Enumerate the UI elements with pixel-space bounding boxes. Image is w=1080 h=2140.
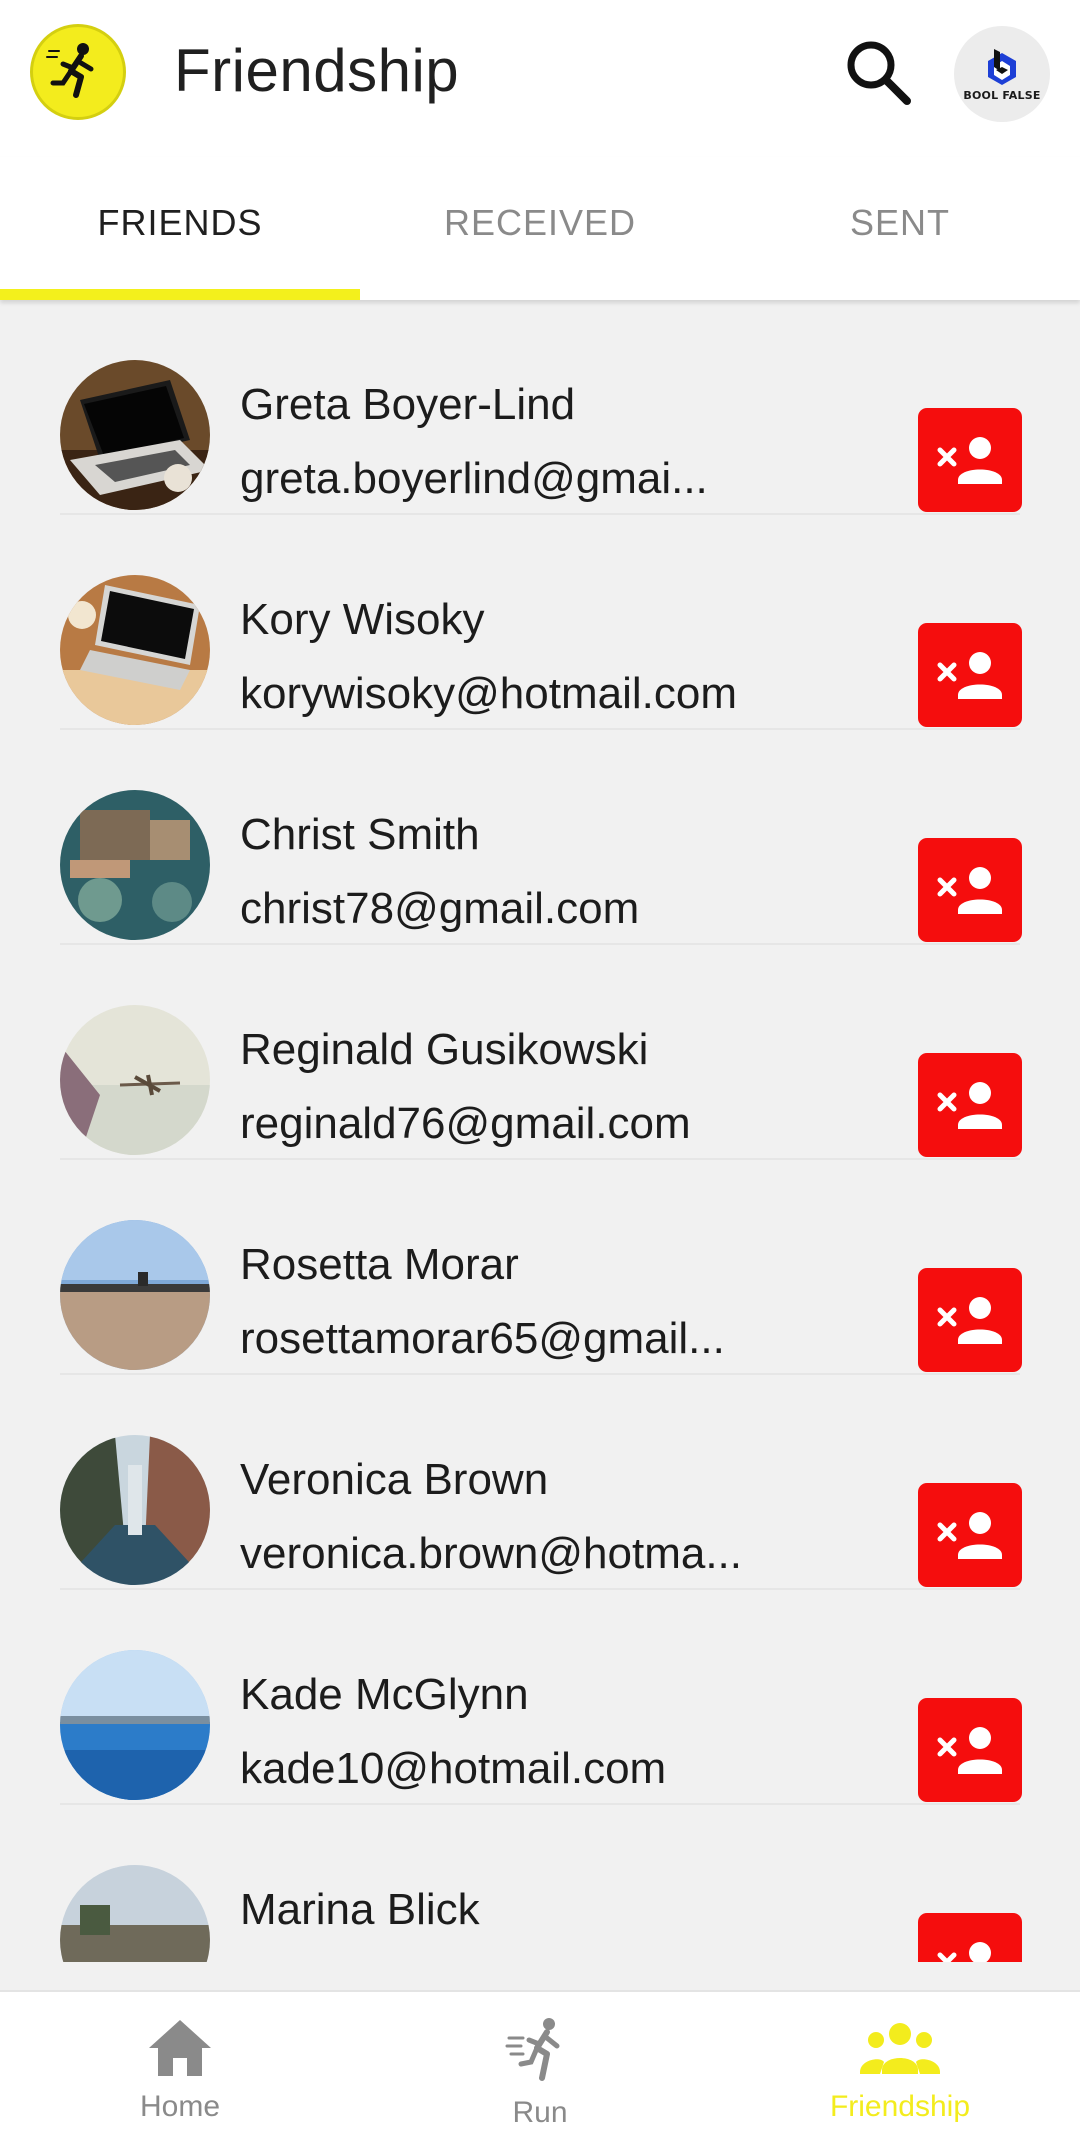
- friend-email: veronica.brown@hotma...: [240, 1529, 743, 1578]
- tab-friends-label: FRIENDS: [97, 201, 263, 243]
- nav-friendship-label: Friendship: [829, 2090, 971, 2123]
- running-icon: [505, 2018, 560, 2081]
- remove-friend-button[interactable]: [918, 408, 1022, 512]
- remove-person-icon: [937, 1297, 1002, 1344]
- friend-name: Reginald Gusikowski: [240, 1025, 649, 1074]
- remove-friend-button[interactable]: [918, 1268, 1022, 1372]
- remove-person-icon: [937, 1727, 1002, 1774]
- tab-friends[interactable]: FRIENDS: [0, 157, 360, 300]
- remove-friend-button[interactable]: [918, 1053, 1022, 1157]
- remove-friend-button[interactable]: [918, 838, 1022, 942]
- nav-friendship[interactable]: Friendship: [720, 1992, 1080, 2140]
- list-item[interactable]: Reginald Gusikowski reginald76@gmail.com: [60, 945, 1022, 1160]
- nav-run-label: Run: [512, 2096, 568, 2129]
- remove-person-icon: [937, 1082, 1002, 1129]
- friend-list[interactable]: Greta Boyer-Lind greta.boyerlind@gmai...…: [0, 300, 1080, 1962]
- friend-email: kade10@hotmail.com: [240, 1744, 667, 1793]
- app-header: Friendship BOOL FALSE: [0, 0, 1080, 157]
- friend-name: Rosetta Morar: [240, 1240, 519, 1289]
- remove-person-icon: [937, 652, 1002, 699]
- tab-sent-label: SENT: [849, 201, 950, 243]
- avatar: [60, 1005, 210, 1155]
- list-item[interactable]: Marina Blick: [60, 1805, 1022, 1962]
- tab-received[interactable]: RECEIVED: [360, 157, 720, 300]
- list-item[interactable]: Kory Wisoky korywisoky@hotmail.com: [60, 515, 1022, 730]
- remove-person-icon: [937, 437, 1002, 484]
- brand-logo-icon: [988, 48, 1016, 85]
- friend-name: Veronica Brown: [240, 1455, 549, 1504]
- friend-email: rosettamorar65@gmail...: [240, 1314, 725, 1363]
- group-icon: [860, 2023, 940, 2074]
- profile-avatar[interactable]: BOOL FALSE: [954, 26, 1050, 122]
- nav-run[interactable]: Run: [360, 1992, 720, 2140]
- friend-name: Marina Blick: [240, 1885, 480, 1934]
- home-icon: [149, 2020, 211, 2076]
- avatar: [60, 1650, 210, 1800]
- avatar: [60, 1220, 210, 1370]
- friend-email: christ78@gmail.com: [240, 884, 640, 933]
- friend-email: reginald76@gmail.com: [240, 1099, 691, 1148]
- profile-brand-text: BOOL FALSE: [963, 88, 1041, 102]
- friend-email: korywisoky@hotmail.com: [240, 669, 737, 718]
- list-item[interactable]: Kade McGlynn kade10@hotmail.com: [60, 1590, 1022, 1805]
- tab-received-label: RECEIVED: [443, 201, 637, 243]
- friend-name: Greta Boyer-Lind: [240, 380, 576, 429]
- avatar: [60, 575, 210, 725]
- runner-logo-icon: [30, 24, 126, 120]
- search-icon: [847, 41, 911, 105]
- friend-email: greta.boyerlind@gmai...: [240, 454, 708, 503]
- active-tab-indicator: [0, 289, 360, 300]
- avatar: [60, 360, 210, 510]
- avatar: [60, 1865, 210, 1962]
- page-title: Friendship: [174, 37, 460, 104]
- remove-person-icon: [937, 867, 1002, 914]
- friend-name: Kory Wisoky: [240, 595, 485, 644]
- list-item[interactable]: Christ Smith christ78@gmail.com: [60, 730, 1022, 945]
- avatar: [60, 1435, 210, 1585]
- tab-bar: FRIENDS RECEIVED SENT: [0, 157, 1080, 300]
- remove-person-icon: [937, 1512, 1002, 1559]
- remove-friend-button[interactable]: [918, 1698, 1022, 1802]
- list-item[interactable]: Greta Boyer-Lind greta.boyerlind@gmai...: [60, 300, 1022, 515]
- friend-name: Christ Smith: [240, 810, 480, 859]
- remove-friend-button[interactable]: [918, 623, 1022, 727]
- nav-home-label: Home: [139, 2090, 221, 2123]
- list-item[interactable]: Rosetta Morar rosettamorar65@gmail...: [60, 1160, 1022, 1375]
- remove-friend-button[interactable]: [918, 1913, 1022, 1962]
- nav-home[interactable]: Home: [0, 1992, 360, 2140]
- avatar: [60, 790, 210, 940]
- tab-sent[interactable]: SENT: [720, 157, 1080, 300]
- remove-person-icon: [937, 1942, 991, 1962]
- bottom-navigation: Home Run Friendship: [0, 1990, 1080, 2140]
- remove-friend-button[interactable]: [918, 1483, 1022, 1587]
- list-item[interactable]: Veronica Brown veronica.brown@hotma...: [60, 1375, 1022, 1590]
- friend-name: Kade McGlynn: [240, 1670, 529, 1719]
- search-button[interactable]: [836, 30, 920, 114]
